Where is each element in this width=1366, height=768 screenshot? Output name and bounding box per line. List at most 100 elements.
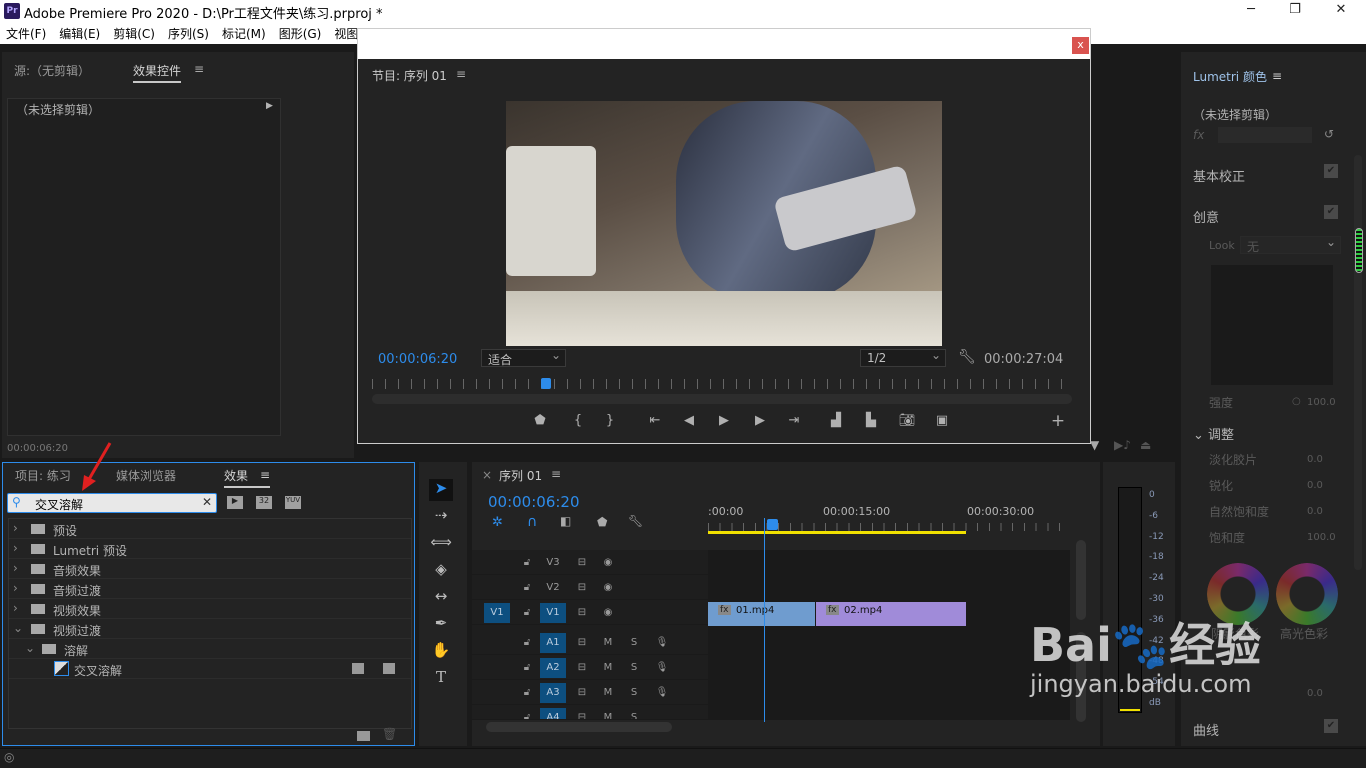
play-icon[interactable]: ▶ (714, 413, 734, 428)
mark-out-icon[interactable]: } (600, 413, 620, 428)
mute-button[interactable]: M (598, 658, 618, 678)
minimize-button[interactable]: ─ (1236, 2, 1266, 17)
highlight-tint-wheel[interactable] (1276, 563, 1338, 625)
mute-button[interactable]: M (598, 708, 618, 719)
mic-icon[interactable]: 🎙︎ (652, 658, 672, 678)
linked-selection-icon[interactable]: ◧ (560, 514, 571, 528)
panel-menu-icon[interactable]: ≡ (260, 468, 270, 482)
creative-cloud-icon[interactable]: ◎ (4, 750, 14, 764)
floating-window-titlebar[interactable] (358, 29, 1090, 59)
tree-item-presets[interactable]: › 预设 (9, 519, 411, 539)
curves-enable-checkbox[interactable]: ✔ (1324, 719, 1338, 733)
tint-balance-value[interactable]: 0.0 (1307, 688, 1323, 699)
razor-tool-icon[interactable]: ◈ (429, 560, 453, 582)
zoom-scrollbar[interactable] (372, 394, 1072, 404)
tab-media-browser[interactable]: 媒体浏览器 (116, 467, 176, 484)
sync-lock-icon[interactable]: ⊟ (572, 553, 592, 573)
panel-menu-icon[interactable]: ≡ (1272, 69, 1282, 83)
close-tab-icon[interactable]: × (482, 468, 492, 482)
timeline-playhead-line[interactable] (764, 518, 765, 722)
intensity-value[interactable]: 100.0 (1307, 397, 1336, 408)
lock-icon[interactable]: 🔓︎ (520, 633, 534, 653)
filter-icon[interactable]: ▼ (1090, 438, 1099, 452)
hand-tool-icon[interactable]: ✋ (429, 641, 453, 663)
lift-icon[interactable]: ▟ (826, 413, 846, 428)
lock-icon[interactable]: 🔓︎ (520, 553, 534, 573)
add-button-icon[interactable]: + (1048, 411, 1068, 431)
lock-icon[interactable]: 🔓︎ (520, 683, 534, 703)
wrench-icon[interactable]: 🔧︎ (958, 349, 976, 365)
sync-lock-icon[interactable]: ⊟ (572, 708, 592, 719)
audio-play-icon[interactable]: ▶♪ (1114, 438, 1131, 452)
slip-tool-icon[interactable]: ↔ (429, 587, 453, 609)
panel-menu-icon[interactable]: ≡ (456, 67, 466, 81)
panel-menu-icon[interactable]: ≡ (551, 467, 561, 481)
sharpen-value[interactable]: 0.0 (1307, 480, 1323, 491)
export-frame-icon[interactable]: 📷︎ (897, 413, 917, 428)
trash-icon[interactable]: 🗑︎ (382, 727, 397, 741)
compare-view-icon[interactable]: ▣ (932, 413, 952, 428)
resolution-dropdown[interactable]: 1/2 (860, 348, 946, 367)
clear-search-icon[interactable]: ✕ (202, 495, 212, 509)
track-select-tool-icon[interactable]: ⇢ (429, 506, 453, 528)
effects-search-input[interactable]: ⚲ 交叉溶解 ✕ (7, 493, 217, 513)
snap-magnet-icon[interactable]: ∩ (527, 514, 537, 530)
solo-button[interactable]: S (624, 683, 644, 703)
section-adjust[interactable]: ⌄ 调整 (1193, 424, 1234, 443)
playhead[interactable] (541, 378, 551, 389)
tree-item-video-transitions[interactable]: ⌄ 视频过渡 (9, 619, 411, 639)
tree-item-dissolve[interactable]: ⌄ 溶解 (9, 639, 411, 659)
mark-in-icon[interactable]: { (568, 413, 588, 428)
menu-view[interactable]: 视图 (334, 25, 358, 42)
step-forward-icon[interactable]: ▶ (750, 413, 770, 428)
expand-arrow-icon[interactable]: ▶ (266, 101, 273, 111)
go-to-in-icon[interactable]: ⇤ (645, 413, 665, 428)
menu-edit[interactable]: 编辑(E) (59, 25, 100, 42)
horizontal-scrollbar[interactable] (486, 722, 672, 732)
timeline-ruler[interactable] (708, 523, 1070, 531)
solo-button[interactable]: S (624, 658, 644, 678)
basic-enable-checkbox[interactable]: ✔ (1324, 164, 1338, 178)
tree-item-audio-effects[interactable]: › 音频效果 (9, 559, 411, 579)
mute-button[interactable]: M (598, 633, 618, 653)
eye-icon[interactable]: ◉ (598, 578, 618, 598)
pen-tool-icon[interactable]: ✒ (429, 614, 453, 636)
program-timecode[interactable]: 00:00:06:20 (378, 352, 457, 367)
mic-icon[interactable]: 🎙︎ (652, 683, 672, 703)
fit-dropdown[interactable]: 适合 (481, 348, 566, 367)
menu-file[interactable]: 文件(F) (6, 25, 46, 42)
lumetri-scrollbar[interactable] (1354, 155, 1362, 570)
clip-01[interactable]: fx 01.mp4 (708, 602, 815, 626)
sync-lock-icon[interactable]: ⊟ (572, 633, 592, 653)
section-creative[interactable]: 创意 (1193, 207, 1219, 226)
export-icon[interactable]: ⏏ (1140, 438, 1151, 452)
saturation-value[interactable]: 100.0 (1307, 532, 1336, 543)
tree-item-video-effects[interactable]: › 视频效果 (9, 599, 411, 619)
extract-icon[interactable]: ▙ (861, 413, 881, 428)
close-window-button[interactable]: ✕ (1326, 2, 1356, 17)
step-back-icon[interactable]: ◀ (679, 413, 699, 428)
timeline-settings-wrench-icon[interactable]: 🔧︎ (628, 514, 643, 528)
lock-icon[interactable]: 🔓︎ (520, 658, 534, 678)
tab-project[interactable]: 项目: 练习 (15, 467, 71, 484)
32bit-effects-icon[interactable]: 32 (256, 496, 272, 509)
solo-button[interactable]: S (624, 633, 644, 653)
mic-icon[interactable]: 🎙︎ (652, 633, 672, 653)
reset-icon[interactable]: ↺ (1324, 127, 1334, 141)
sync-lock-icon[interactable]: ⊟ (572, 578, 592, 598)
sync-lock-icon[interactable]: ⊟ (572, 603, 592, 623)
intensity-slider[interactable]: ○ (1292, 396, 1301, 407)
close-floating-button[interactable]: x (1072, 37, 1089, 54)
timeline-timecode[interactable]: 00:00:06:20 (488, 493, 580, 511)
look-dropdown[interactable]: 无 (1240, 235, 1341, 254)
lock-icon[interactable]: 🔓︎ (520, 603, 534, 623)
eye-icon[interactable]: ◉ (598, 603, 618, 623)
menu-sequence[interactable]: 序列(S) (168, 25, 209, 42)
menu-clip[interactable]: 剪辑(C) (113, 25, 155, 42)
accelerated-effects-icon[interactable]: ▶ (227, 496, 243, 509)
section-basic-correction[interactable]: 基本校正 (1193, 166, 1245, 185)
panel-menu-icon[interactable]: ≡ (194, 62, 204, 76)
audio-vertical-scrollbar[interactable] (1076, 632, 1086, 722)
creative-enable-checkbox[interactable]: ✔ (1324, 205, 1338, 219)
yuv-effects-icon[interactable]: YUV (285, 496, 301, 509)
